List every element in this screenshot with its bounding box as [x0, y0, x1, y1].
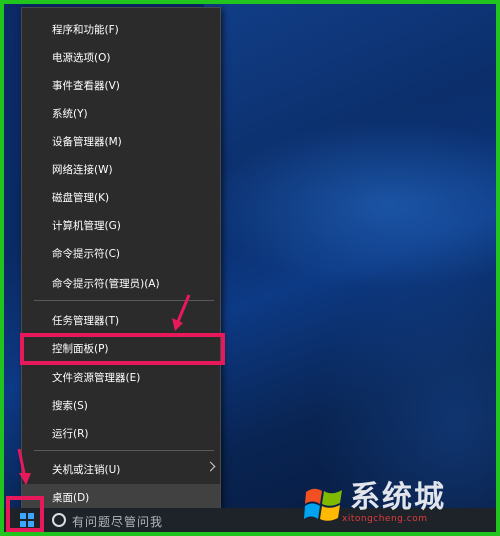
menu-item-programs-features[interactable]: 程序和功能(F)	[22, 16, 220, 42]
windows7-flag-icon	[304, 488, 342, 521]
menu-item-command-prompt[interactable]: 命令提示符(C)	[22, 240, 220, 266]
menu-item-device-manager[interactable]: 设备管理器(M)	[22, 128, 220, 154]
menu-item-computer-management[interactable]: 计算机管理(G)	[22, 212, 220, 238]
winx-context-menu: 程序和功能(F) 电源选项(O) 事件查看器(V) 系统(Y) 设备管理器(M)…	[21, 7, 221, 515]
control-panel-highlight-box	[20, 333, 225, 365]
menu-item-file-explorer[interactable]: 文件资源管理器(E)	[22, 364, 220, 390]
menu-item-power-options[interactable]: 电源选项(O)	[22, 44, 220, 70]
menu-separator	[34, 450, 214, 451]
menu-item-system[interactable]: 系统(Y)	[22, 100, 220, 126]
menu-item-desktop[interactable]: 桌面(D)	[22, 484, 220, 510]
watermark-logo: 系统城 xitongcheng.com	[302, 480, 492, 530]
menu-item-shutdown-signout[interactable]: 关机或注销(U)	[22, 456, 220, 482]
menu-item-event-viewer[interactable]: 事件查看器(V)	[22, 72, 220, 98]
menu-item-network-connections[interactable]: 网络连接(W)	[22, 156, 220, 182]
watermark-text: 系统城	[350, 480, 446, 515]
menu-item-run[interactable]: 运行(R)	[22, 420, 220, 446]
watermark-url: xitongcheng.com	[342, 514, 428, 524]
cortana-circle-icon[interactable]	[52, 513, 66, 527]
menu-item-disk-management[interactable]: 磁盘管理(K)	[22, 184, 220, 210]
desktop-light-beam	[204, 4, 496, 304]
annotation-arrow-icon	[172, 294, 191, 331]
annotation-arrow-icon	[17, 448, 31, 485]
chevron-right-icon	[205, 461, 216, 472]
menu-item-label: 关机或注销(U)	[52, 463, 121, 476]
taskbar-search-box[interactable]: 有问题尽管问我	[72, 513, 163, 530]
menu-item-search[interactable]: 搜索(S)	[22, 392, 220, 418]
start-button-highlight-box	[6, 496, 44, 532]
